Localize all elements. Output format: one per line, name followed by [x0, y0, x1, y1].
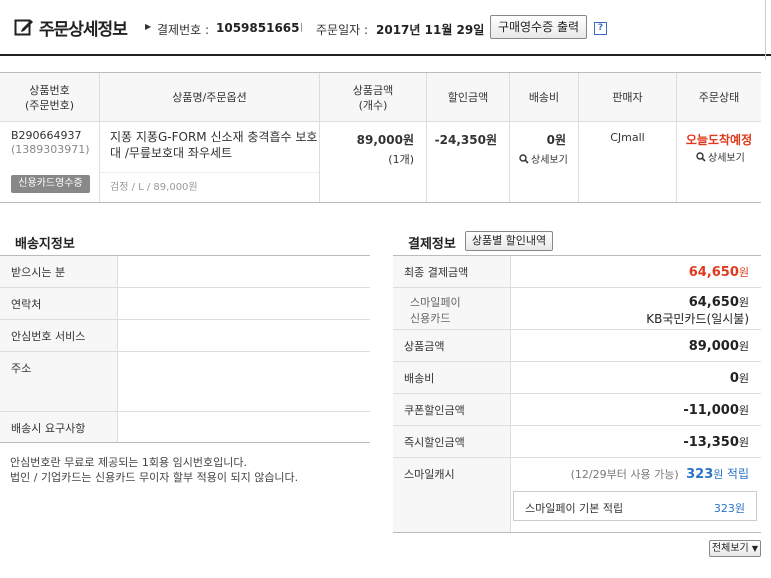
delivery-row-contact: 연락처 [0, 288, 370, 320]
product-number: B290664937 [11, 129, 82, 142]
order-table: 상품번호 (주문번호) 상품명/주문옵션 상품금액 (개수) 할인금액 배송비 … [0, 72, 761, 203]
shipping-amount: 0원 [729, 371, 749, 386]
payment-number-label: 결제번호 : [157, 23, 210, 37]
magnifier-icon [519, 153, 529, 164]
scrollbar-edge [765, 0, 771, 60]
header-product-name: 상품명/주문옵션 [100, 73, 320, 122]
smilecash-basic-label: 스마일페이 기본 적립 [525, 502, 624, 515]
smilecash-basic-amount: 323원 [713, 502, 745, 515]
edit-document-icon [14, 19, 33, 36]
delivery-row-request: 배송시 요구사항 [0, 412, 370, 442]
payment-row-instant: 즉시할인금액 -13,350원 [393, 426, 761, 458]
help-icon[interactable]: ? [594, 22, 607, 35]
payment-row-coupon: 쿠폰할인금액 -11,000원 [393, 394, 761, 426]
smilecash-label: 스마일캐시 [404, 468, 455, 481]
divider [301, 23, 302, 32]
payment-row-smilecash: 스마일캐시 (12/29부터 사용 가능) 323원 적립 스마일페이 기본 적… [393, 458, 761, 532]
product-quantity: (1개) [388, 153, 414, 166]
smilepay-label: 스마일페이 [410, 296, 461, 309]
delivery-row-address: 주소 [0, 352, 370, 412]
product-amount: 89,000원 [688, 339, 749, 354]
smilepay-amount: 64,650원 [688, 295, 749, 310]
purchase-receipt-print-button[interactable]: 구매영수증 출력 [490, 15, 587, 39]
credit-card-receipt-button[interactable]: 신용카드영수증 [11, 175, 90, 193]
header-shipping: 배송비 [510, 73, 579, 122]
delivery-row-recipient: 받으시는 분 [0, 256, 370, 288]
order-status: 오늘도착예정 [685, 133, 753, 147]
cell-discount: -24,350원 [427, 122, 510, 202]
payment-row-method: 스마일페이 신용카드 64,650원 KB국민카드(일시불) [393, 288, 761, 330]
table-row: B290664937 (1389303971) 신용카드영수증 지퐁 지퐁G-F… [0, 122, 761, 202]
payment-table: 최종 결제금액 64,650원 스마일페이 신용카드 64,650원 KB국민카… [393, 255, 761, 533]
contact-label: 연락처 [0, 288, 118, 319]
discount-detail-button[interactable]: 상품별 할인내역 [465, 231, 553, 251]
delivery-section-title: 배송지정보 [15, 237, 75, 252]
address-label: 주소 [0, 352, 118, 411]
cell-status: 오늘도착예정 상세보기 [677, 122, 761, 202]
instant-discount-amount: -13,350원 [683, 435, 749, 450]
chevron-down-icon: ▼ [751, 544, 759, 553]
corporate-card-note: 법인 / 기업카드는 신용카드 무이자 할부 적용이 되지 않습니다. [10, 471, 299, 484]
magnifier-icon [696, 151, 706, 162]
final-amount: 64,650원 [688, 265, 749, 280]
payment-section-title: 결제정보 [408, 237, 456, 252]
smilecash-detail-box: 스마일페이 기본 적립 323원 [513, 491, 757, 521]
arrow-right-icon: ▶ [145, 22, 152, 31]
recipient-label: 받으시는 분 [0, 256, 118, 287]
order-number: (1389303971) [11, 143, 90, 156]
coupon-discount-amount: -11,000원 [683, 403, 749, 418]
coupon-discount-label: 쿠폰할인금액 [404, 404, 465, 417]
payment-row-final: 최종 결제금액 64,650원 [393, 256, 761, 288]
header-product-number: 상품번호 (주문번호) [0, 73, 100, 122]
shipping-amount-label: 배송비 [404, 372, 435, 385]
view-all-button[interactable]: 전체보기 ▼ [709, 540, 761, 557]
payment-row-product: 상품금액 89,000원 [393, 330, 761, 362]
seller-name: CJmall [610, 131, 645, 144]
cell-product-number: B290664937 (1389303971) 신용카드영수증 [0, 122, 100, 202]
cell-price: 89,000원 (1개) [320, 122, 427, 202]
smilecash-summary: (12/29부터 사용 가능) 323원 적립 [570, 467, 749, 482]
cell-seller: CJmall [579, 122, 677, 202]
final-amount-label: 최종 결제금액 [404, 266, 469, 279]
order-table-header: 상품번호 (주문번호) 상품명/주문옵션 상품금액 (개수) 할인금액 배송비 … [0, 73, 761, 122]
header-discount: 할인금액 [427, 73, 510, 122]
safe-number-label: 안심번호 서비스 [0, 320, 118, 351]
cell-shipping: 0원 상세보기 [510, 122, 579, 202]
discount-amount: -24,350원 [434, 133, 497, 147]
header-seller: 판매자 [579, 73, 677, 122]
shipping-fee: 0원 [546, 133, 566, 147]
safe-number-note: 안심번호란 무료로 제공되는 1회용 임시번호입니다. [10, 456, 247, 469]
payment-row-shipping: 배송비 0원 [393, 362, 761, 394]
product-name-link[interactable]: 지퐁 지퐁G-FORM 신소재 충격흡수 보호대 /무릎보호대 좌우세트 [110, 129, 318, 161]
product-amount-label: 상품금액 [404, 340, 445, 353]
status-detail-link[interactable]: 상세보기 [696, 149, 745, 164]
delivery-notes: 안심번호란 무료로 제공되는 1회용 임시번호입니다. 법인 / 기업카드는 신… [10, 455, 298, 485]
divider [100, 172, 319, 173]
payment-number: 1059851665 [216, 21, 300, 35]
card-name: KB국민카드(일시불) [646, 312, 749, 326]
header-status: 주문상태 [698, 91, 740, 104]
delivery-request-label: 배송시 요구사항 [0, 412, 118, 442]
delivery-table: 받으시는 분 연락처 안심번호 서비스 주소 배송시 요구사항 [0, 255, 370, 443]
cell-product-name: 지퐁 지퐁G-FORM 신소재 충격흡수 보호대 /무릎보호대 좌우세트 검정 … [100, 122, 320, 202]
product-price: 89,000원 [356, 133, 414, 147]
page-title: 주문상세정보 [39, 20, 128, 40]
header-price: 상품금액 (개수) [320, 73, 427, 122]
order-date-label: 주문일자 : [316, 23, 369, 37]
credit-card-label: 신용카드 [410, 312, 451, 325]
order-date: 2017년 11월 29일 [376, 23, 485, 37]
order-detail-header: 주문상세정보 ▶ 결제번호 : 1059851665 주문일자 : 2017년 … [0, 0, 771, 56]
delivery-row-safe-number: 안심번호 서비스 [0, 320, 370, 352]
product-option: 검정 / L / 89,000원 [110, 182, 198, 193]
instant-discount-label: 즉시할인금액 [404, 436, 465, 449]
shipping-detail-link[interactable]: 상세보기 [519, 151, 568, 166]
